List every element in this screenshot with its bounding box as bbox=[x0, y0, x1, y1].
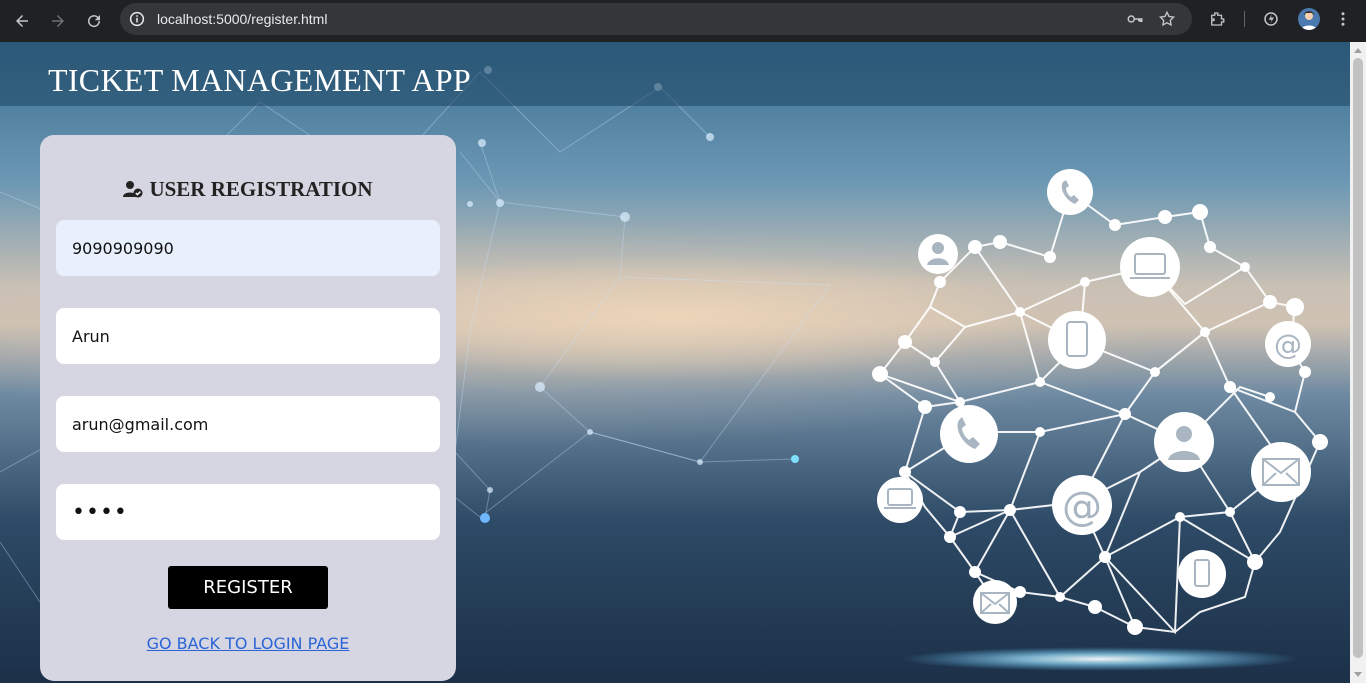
vertical-scrollbar[interactable] bbox=[1350, 42, 1366, 683]
scroll-thumb[interactable] bbox=[1353, 58, 1363, 658]
password-key-icon[interactable] bbox=[1126, 10, 1144, 28]
user-check-icon bbox=[123, 179, 143, 204]
toolbar-divider bbox=[1244, 11, 1245, 27]
svg-text:@: @ bbox=[1274, 328, 1302, 361]
menu-kebab-icon[interactable] bbox=[1334, 10, 1352, 28]
performance-icon[interactable] bbox=[1262, 10, 1280, 28]
url-path: :5000/register.html bbox=[212, 11, 328, 27]
forward-icon[interactable] bbox=[44, 7, 72, 35]
scroll-up-arrow[interactable] bbox=[1354, 48, 1362, 53]
app-title: TICKET MANAGEMENT APP bbox=[48, 62, 471, 98]
svg-text:@: @ bbox=[1062, 484, 1102, 530]
page-background: @ @ TICKET MANAGEMENT APP USER REGISTRAT… bbox=[0, 42, 1350, 683]
url-text[interactable]: localhost:5000/register.html bbox=[157, 11, 327, 27]
profile-avatar[interactable] bbox=[1298, 8, 1320, 30]
scroll-down-arrow[interactable] bbox=[1354, 672, 1362, 677]
back-to-login-link[interactable]: GO BACK TO LOGIN PAGE bbox=[40, 634, 456, 653]
username-value: Arun bbox=[72, 326, 110, 346]
registration-card: USER REGISTRATION 9090909090 Arun arun@g… bbox=[40, 135, 456, 681]
password-input[interactable]: •••• bbox=[56, 484, 440, 540]
username-input[interactable]: Arun bbox=[56, 308, 440, 364]
reload-icon[interactable] bbox=[80, 7, 108, 35]
registration-heading-text: USER REGISTRATION bbox=[149, 177, 373, 201]
address-bar[interactable]: localhost:5000/register.html bbox=[120, 3, 1192, 35]
app-header: TICKET MANAGEMENT APP bbox=[0, 42, 1350, 106]
registration-heading: USER REGISTRATION bbox=[40, 177, 456, 204]
phone-value: 9090909090 bbox=[72, 238, 174, 258]
phone-input[interactable]: 9090909090 bbox=[56, 220, 440, 276]
email-input[interactable]: arun@gmail.com bbox=[56, 396, 440, 452]
extensions-icon[interactable] bbox=[1208, 10, 1226, 28]
password-value: •••• bbox=[72, 499, 128, 525]
email-value: arun@gmail.com bbox=[72, 414, 209, 434]
register-button[interactable]: REGISTER bbox=[168, 566, 328, 609]
browser-toolbar: localhost:5000/register.html bbox=[0, 0, 1366, 42]
bookmark-star-icon[interactable] bbox=[1158, 10, 1176, 28]
back-to-login-text: GO BACK TO LOGIN PAGE bbox=[146, 634, 350, 653]
url-host: localhost bbox=[157, 11, 213, 27]
site-info-icon[interactable] bbox=[128, 10, 146, 28]
back-icon[interactable] bbox=[8, 7, 36, 35]
